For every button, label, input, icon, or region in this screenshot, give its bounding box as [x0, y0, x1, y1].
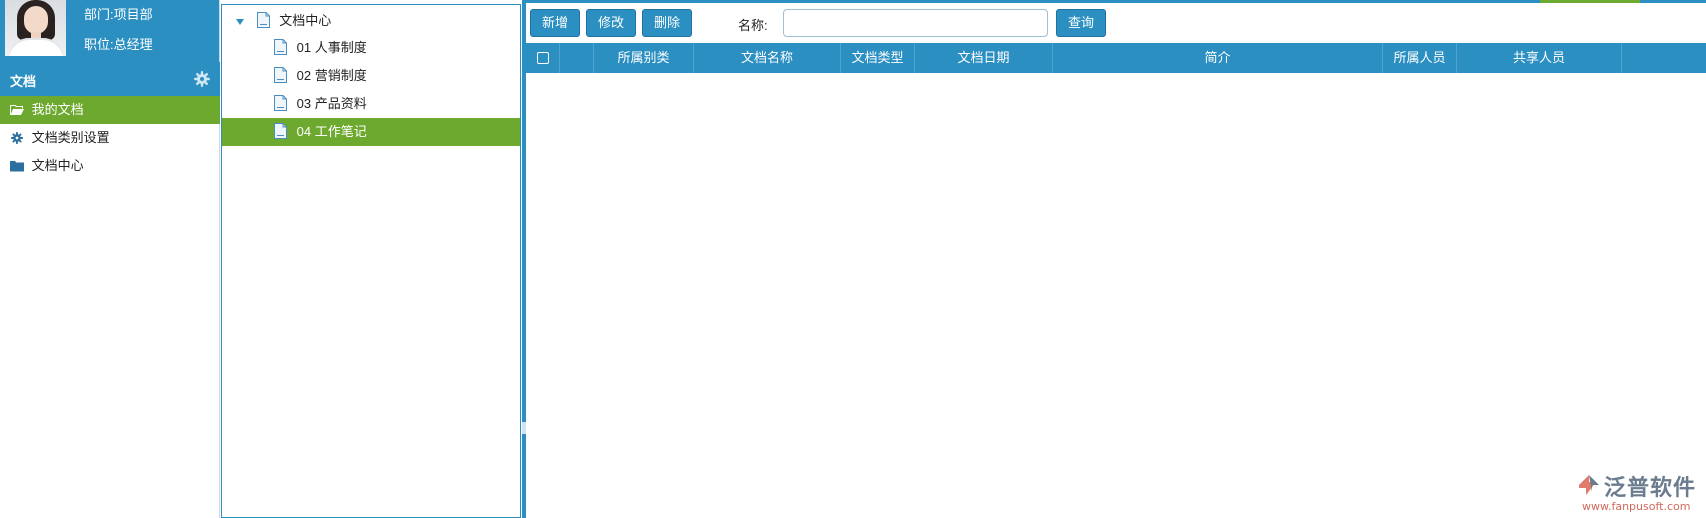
brand-logo-icon [1579, 475, 1599, 495]
document-tree: 文档中心 01 人事制度 02 营销制度 03 产品资料 04 工作笔记 [221, 4, 521, 518]
column-header-doc-name[interactable]: 文档名称 [694, 43, 841, 73]
tree-root[interactable]: 文档中心 [236, 7, 331, 35]
table-header: 所属别类 文档名称 文档类型 文档日期 简介 所属人员 共享人员 [526, 43, 1706, 73]
gear-icon[interactable] [194, 71, 210, 87]
tree-node-label: 02 营销制度 [296, 68, 367, 83]
position-label: 职位:总经理 [84, 37, 153, 52]
select-all-cell[interactable] [526, 43, 560, 73]
column-header-category[interactable]: 所属别类 [594, 43, 694, 73]
tree-node-label: 03 产品资料 [296, 96, 367, 111]
toolbar: 新增 修改 删除 名称: 查询 [526, 3, 1706, 41]
sidebar-item-document-center[interactable]: 文档中心 [0, 152, 220, 180]
column-header-owner[interactable]: 所属人员 [1383, 43, 1457, 73]
query-button[interactable]: 查询 [1056, 9, 1106, 37]
folder-open-icon [10, 104, 24, 115]
document-icon [274, 123, 287, 140]
department-label: 部门:项目部 [84, 7, 153, 22]
section-title: 文档 [10, 74, 37, 89]
name-label: 名称: [738, 18, 768, 33]
document-icon [274, 39, 287, 56]
document-icon [256, 12, 270, 29]
column-header-doc-date[interactable]: 文档日期 [915, 43, 1053, 73]
tree-node[interactable]: 03 产品资料 [222, 90, 520, 118]
brand-url: www.fanpusoft.com [1582, 500, 1691, 513]
sidebar-item-my-documents[interactable]: 我的文档 [0, 96, 220, 124]
column-header-summary[interactable]: 简介 [1053, 43, 1383, 73]
add-button[interactable]: 新增 [530, 9, 580, 37]
section-header: 文档 [0, 62, 220, 96]
sidebar-item-label: 文档类别设置 [31, 130, 110, 145]
document-icon [274, 67, 287, 84]
sidebar: 部门:项目部 职位:总经理 文档 我的文档 文档类别设置 文档中心 [0, 0, 220, 518]
caret-down-icon[interactable] [236, 18, 244, 25]
sidebar-item-category-settings[interactable]: 文档类别设置 [0, 124, 220, 152]
tree-node[interactable]: 02 营销制度 [222, 62, 520, 90]
name-search-input[interactable] [783, 9, 1048, 37]
tree-root-label: 文档中心 [279, 13, 332, 28]
tree-node-selected[interactable]: 04 工作笔记 [222, 118, 520, 146]
folder-icon [10, 160, 24, 172]
edit-button[interactable]: 修改 [586, 9, 636, 37]
delete-button[interactable]: 删除 [642, 9, 692, 37]
tree-node[interactable]: 01 人事制度 [222, 34, 520, 62]
tree-node-label: 04 工作笔记 [296, 124, 367, 139]
tree-node-label: 01 人事制度 [296, 40, 367, 55]
column-header-doc-type[interactable]: 文档类型 [841, 43, 915, 73]
brand-watermark: 泛普软件 www.fanpusoft.com [1576, 470, 1706, 518]
sidebar-nav: 我的文档 文档类别设置 文档中心 [0, 96, 220, 180]
gear-icon [10, 131, 24, 144]
column-header-shared[interactable]: 共享人员 [1457, 43, 1622, 73]
column-header-blank [560, 43, 594, 73]
document-icon [274, 95, 287, 112]
select-all-checkbox[interactable] [536, 51, 549, 64]
sidebar-item-label: 我的文档 [31, 102, 84, 117]
avatar [5, 0, 66, 56]
brand-name: 泛普软件 [1604, 476, 1697, 501]
table-body [526, 73, 1706, 518]
sidebar-item-label: 文档中心 [31, 158, 84, 173]
user-profile: 部门:项目部 职位:总经理 [0, 0, 219, 62]
